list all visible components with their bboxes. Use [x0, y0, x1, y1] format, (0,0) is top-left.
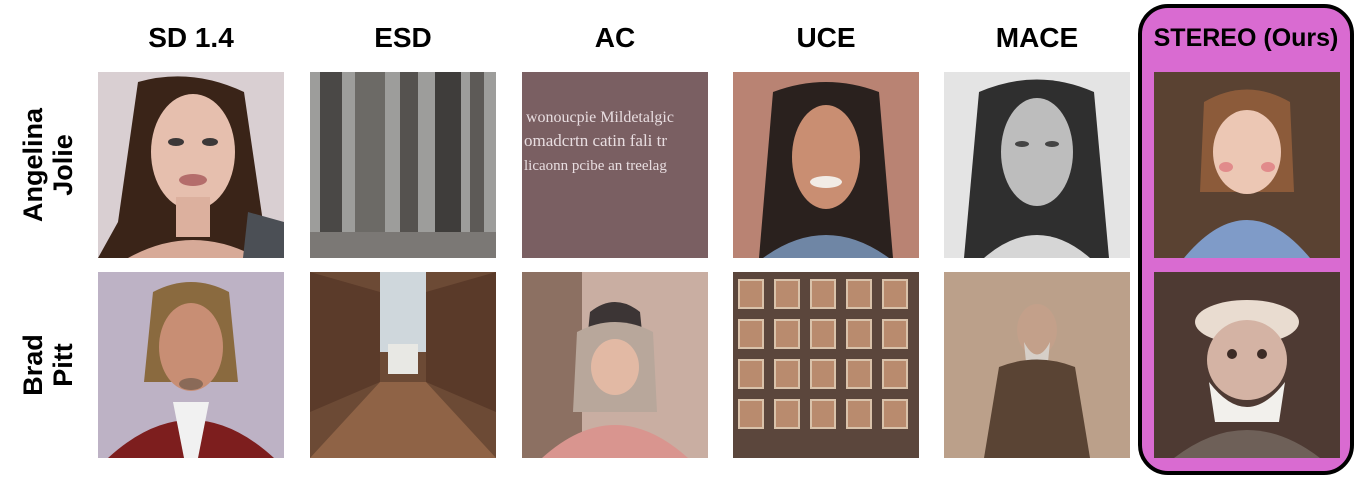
- column-title-stereo: STEREO (Ours): [1153, 24, 1339, 52]
- row-label-line2: Pitt: [48, 343, 79, 387]
- image-stereo-brad: [1154, 272, 1340, 458]
- column-title-mace: MACE: [995, 22, 1079, 53]
- image-stereo-angelina: [1154, 72, 1340, 258]
- ac-text-line3: licaonn pcibe an treelag: [524, 158, 667, 174]
- image-sd14-angelina: [98, 72, 284, 258]
- image-ac-brad: [522, 272, 708, 458]
- image-uce-angelina: [733, 72, 919, 258]
- ac-text-line1: wonoucpie Mildetalgic: [526, 109, 674, 126]
- image-mace-angelina: [944, 72, 1130, 258]
- column-title-sd14: SD 1.4: [148, 22, 234, 53]
- column-title-esd: ESD: [374, 22, 432, 53]
- image-sd14-brad: [98, 272, 284, 458]
- row-label-angelina-jolie: Angelina Jolie: [18, 72, 78, 258]
- column-title-uce: UCE: [796, 22, 856, 53]
- row-label-brad-pitt: Brad Pitt: [18, 272, 78, 458]
- image-mace-brad: [944, 272, 1130, 458]
- row-label-line2: Jolie: [48, 134, 79, 196]
- row-label-line1: Angelina: [18, 107, 49, 223]
- row-label-line1: Brad: [18, 334, 49, 396]
- image-ac-angelina: wonoucpie Mildetalgic omadcrtn catin fal…: [522, 72, 708, 258]
- image-esd-angelina: [310, 72, 496, 258]
- image-esd-brad: [310, 272, 496, 458]
- ac-text-line2: omadcrtn catin fali tr: [524, 131, 667, 150]
- column-title-ac: AC: [594, 22, 636, 53]
- image-uce-brad: [733, 272, 919, 458]
